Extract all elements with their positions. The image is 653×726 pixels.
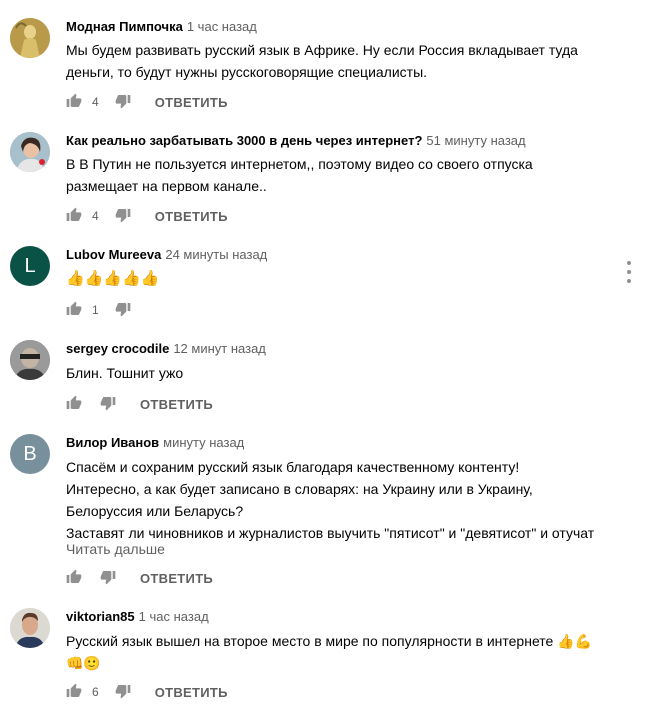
comment-actions: ОТВЕТИТЬ [66,394,213,414]
thumb-up-icon[interactable] [66,395,84,413]
comment-text: Блин. Тошнит ужо [66,362,626,384]
comment-text: В В Путин не пользуется интернетом,, поэ… [66,153,626,197]
reply-button[interactable]: ОТВЕТИТЬ [155,685,228,700]
comment-header: Вилор Иванов минуту назад [66,434,244,452]
author-name[interactable]: Вилор Иванов [66,435,159,450]
comment-header: viktorian85 1 час назад [66,608,209,626]
comment-line: Мы будем развивать русский язык в Африке… [66,42,578,58]
like-count: 1 [92,303,99,317]
comment-text: Русский язык вышел на второе место в мир… [66,630,626,674]
avatar-letter: L [24,254,36,277]
comment-text: 👍👍👍👍👍 [66,268,626,290]
thumb-down-icon[interactable] [100,395,118,413]
like-count: 4 [92,209,99,223]
author-name[interactable]: Lubov Mureeva [66,247,161,262]
comment-line: Русский язык вышел на второе место в мир… [66,633,593,649]
read-more-link[interactable]: Читать дальше [66,539,165,559]
avatar-letter: B [23,442,37,465]
thumb-down-icon[interactable] [115,93,133,111]
comment-header: Как реально зарбатывать 3000 в день чере… [66,132,526,150]
comment-text: Спасём и сохраним русский язык благодаря… [66,456,626,544]
comment-time[interactable]: 51 минуту назад [426,133,525,148]
comment-line: Блин. Тошнит ужо [66,365,184,381]
comment-header: Модная Пимпочка 1 час назад [66,18,257,36]
comment-actions: ОТВЕТИТЬ [66,568,213,588]
thumb-down-icon[interactable] [100,569,118,587]
comment-line: 👊🙂 [66,655,101,671]
comment-line: Интересно, а как будет записано в словар… [66,481,533,497]
thumb-up-icon[interactable] [66,569,84,587]
thumb-down-icon[interactable] [115,683,133,701]
comment-time[interactable]: 1 час назад [139,609,209,624]
comment-actions: 1 [66,300,133,320]
reply-button[interactable]: ОТВЕТИТЬ [140,571,213,586]
like-count: 4 [92,95,99,109]
comment-time[interactable]: минуту назад [163,435,244,450]
author-name[interactable]: Как реально зарбатывать 3000 в день чере… [66,133,422,148]
author-name[interactable]: sergey crocodile [66,341,169,356]
reply-button[interactable]: ОТВЕТИТЬ [155,95,228,110]
comment-actions: 4 ОТВЕТИТЬ [66,92,228,112]
comment-header: sergey crocodile 12 минут назад [66,340,266,358]
thumb-up-icon[interactable] [66,93,84,111]
reply-button[interactable]: ОТВЕТИТЬ [155,209,228,224]
comment-actions: 6 ОТВЕТИТЬ [66,682,228,702]
comment-time[interactable]: 12 минут назад [173,341,266,356]
avatar[interactable] [10,18,50,58]
author-name[interactable]: viktorian85 [66,609,135,624]
comment-time[interactable]: 24 минуты назад [165,247,267,262]
thumb-up-icon[interactable] [66,207,84,225]
comment-line: 👍👍👍👍👍 [66,270,160,287]
avatar[interactable] [10,608,50,648]
thumb-down-icon[interactable] [115,207,133,225]
comment-header: Lubov Mureeva 24 минуты назад [66,246,267,264]
comment-line: Белоруссия или Беларусь? [66,503,244,519]
avatar[interactable] [10,340,50,380]
avatar[interactable]: L [10,246,50,286]
more-actions-icon[interactable] [619,258,639,286]
comment-line: Спасём и сохраним русский язык благодаря… [66,459,520,475]
avatar[interactable] [10,132,50,172]
avatar[interactable]: B [10,434,50,474]
reply-button[interactable]: ОТВЕТИТЬ [140,397,213,412]
comment-text: Мы будем развивать русский язык в Африке… [66,39,626,83]
comment-actions: 4 ОТВЕТИТЬ [66,206,228,226]
comment-time[interactable]: 1 час назад [187,19,257,34]
comment-line: В В Путин не пользуется интернетом,, поэ… [66,156,533,172]
comment-line: деньги, то будут нужны русскоговорящие с… [66,64,428,80]
like-count: 6 [92,685,99,699]
thumb-down-icon[interactable] [115,301,133,319]
comment-line: размещает на первом канале.. [66,178,267,194]
thumb-up-icon[interactable] [66,683,84,701]
author-name[interactable]: Модная Пимпочка [66,19,183,34]
thumb-up-icon[interactable] [66,301,84,319]
